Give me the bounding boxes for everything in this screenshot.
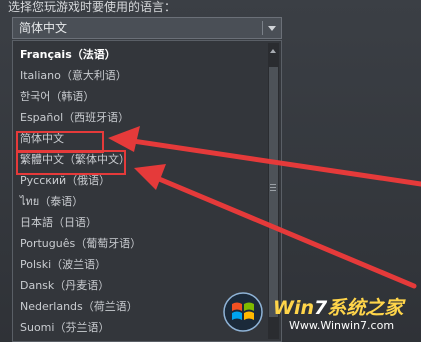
watermark: Win7系统之家 Www.Winwin7.com [223,288,413,336]
watermark-title: Win7系统之家 [273,297,404,319]
red-arrow-icon [134,164,417,289]
watermark-url: Www.Winwin7.com [289,319,395,332]
language-select-screen: 选择您玩游戏时要使用的语言： 简体中文 Français（法语） Italiano… [0,0,421,342]
windows-logo-icon [223,292,263,332]
